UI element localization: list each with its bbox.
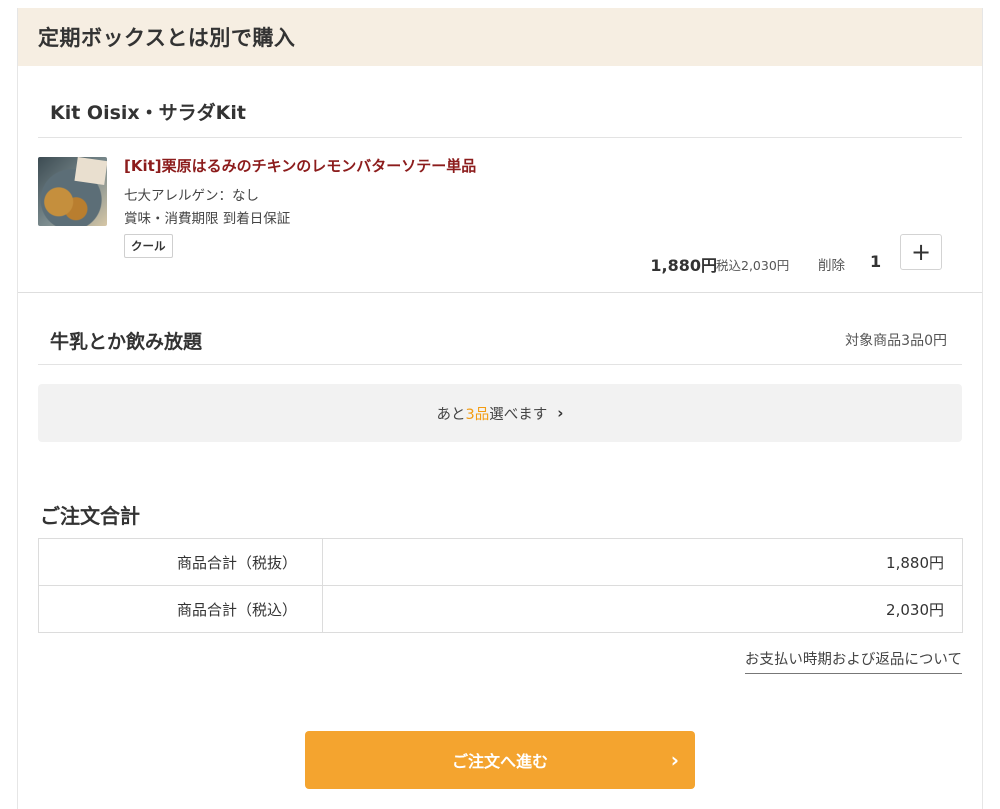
choose-more-button[interactable]: あと 3品 選べます ›: [38, 384, 962, 442]
product-name-link[interactable]: [Kit]栗原はるみのチキンのレモンバターソテー単品: [124, 155, 476, 176]
order-total-table: 商品合計（税抜） 1,880円 商品合計（税込） 2,030円: [38, 538, 963, 633]
choose-suffix: 選べます: [489, 406, 548, 423]
proceed-label: ご注文へ進む: [451, 752, 548, 771]
quantity-value: 1: [870, 252, 882, 271]
order-total-title: ご注文合計: [40, 504, 140, 528]
total-value: 2,030円: [322, 585, 963, 633]
choose-prefix: あと: [436, 406, 466, 423]
table-row: 商品合計（税込） 2,030円: [38, 585, 963, 633]
delete-button[interactable]: 削除: [818, 254, 845, 274]
total-value: 1,880円: [322, 538, 963, 586]
milk-section-note: 対象商品3品0円: [845, 333, 947, 349]
divider: [38, 137, 962, 138]
chevron-right-icon: ›: [670, 748, 679, 772]
increase-quantity-button[interactable]: +: [900, 234, 942, 270]
table-row: 商品合計（税抜） 1,880円: [38, 538, 963, 586]
product-price: 1,880円: [650, 256, 717, 275]
choose-count: 3品: [465, 406, 490, 423]
proceed-to-order-button[interactable]: ご注文へ進む ›: [305, 731, 695, 789]
product-price-tax: 税込2,030円: [716, 258, 790, 273]
cart-panel: 定期ボックスとは別で購入 Kit Oisix・サラダKit [Kit]栗原はるみ…: [17, 8, 983, 809]
product-thumbnail[interactable]: [38, 157, 107, 226]
kit-section-title: Kit Oisix・サラダKit: [50, 102, 246, 124]
page-title: 定期ボックスとは別で購入: [38, 26, 296, 50]
allergen-info: 七大アレルゲン：なし: [124, 188, 259, 204]
divider: [38, 364, 962, 365]
section-divider: [18, 292, 982, 293]
expiry-info: 賞味・消費期限 到着日保証: [124, 211, 291, 227]
section-header: 定期ボックスとは別で購入: [18, 8, 982, 66]
cool-badge: クール: [124, 234, 173, 258]
milk-section-title: 牛乳とか飲み放題: [50, 331, 203, 353]
payment-returns-link[interactable]: お支払い時期および返品について: [744, 648, 962, 674]
total-label: 商品合計（税込）: [38, 585, 323, 633]
total-label: 商品合計（税抜）: [38, 538, 323, 586]
chevron-right-icon: ›: [557, 404, 564, 422]
